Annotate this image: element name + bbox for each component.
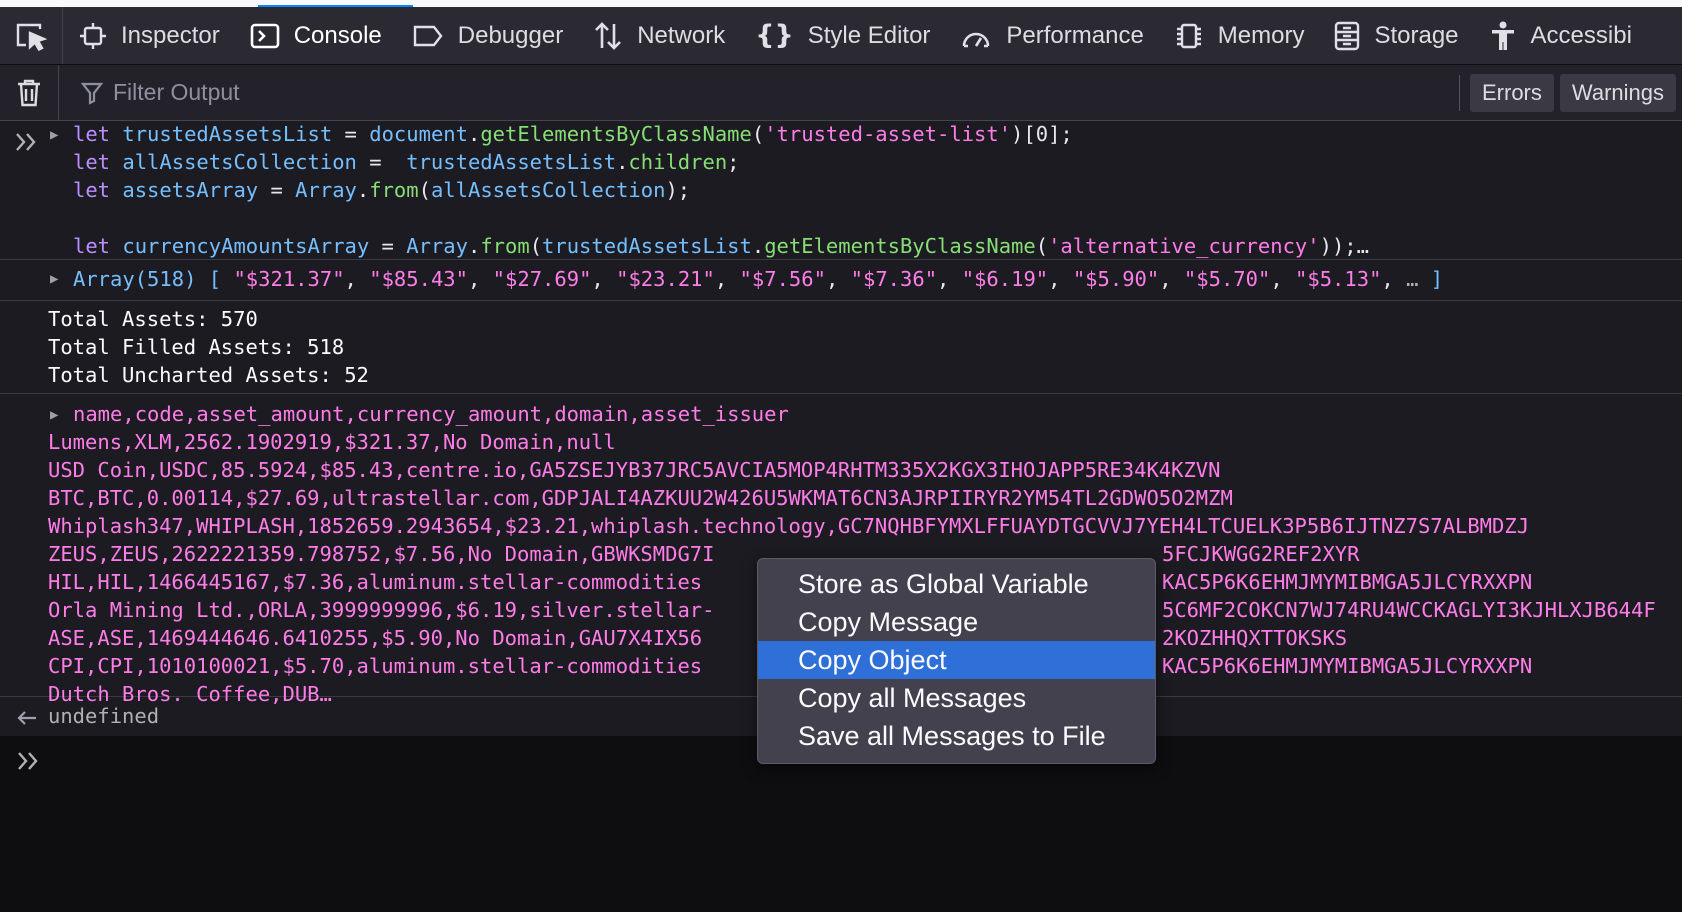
tab-memory[interactable]: Memory — [1158, 7, 1319, 64]
tab-performance[interactable]: Performance — [944, 7, 1157, 64]
console-toolbar: Filter Output Errors Warnings — [0, 65, 1682, 121]
expand-arrow-icon[interactable]: ▶ — [50, 407, 58, 423]
csv-header: name,code,asset_amount,currency_amount,d… — [73, 402, 789, 426]
total-uncharted-assets: Total Uncharted Assets: 52 — [48, 363, 369, 387]
csv-row: Whiplash347,WHIPLASH,1852659.2943654,$23… — [48, 514, 1530, 538]
tab-label: Performance — [1006, 21, 1144, 49]
console-icon — [250, 23, 280, 48]
clear-console-button[interactable] — [0, 65, 59, 120]
tab-inspector[interactable]: Inspector — [63, 7, 234, 64]
expand-arrow-icon[interactable]: ▶ — [50, 127, 58, 143]
menu-item-store-global[interactable]: Store as Global Variable — [758, 565, 1155, 603]
network-icon — [595, 21, 622, 50]
menu-item-copy-object[interactable]: Copy Object — [758, 641, 1155, 679]
menu-item-copy-all-messages[interactable]: Copy all Messages — [758, 679, 1155, 717]
array-preview[interactable]: Array(518) [ "$321.37", "$85.43", "$27.6… — [73, 265, 1443, 293]
tab-label: Accessibi — [1530, 21, 1632, 49]
tab-label: Style Editor — [807, 21, 931, 49]
csv-row: Lumens,XLM,2562.1902919,$321.37,No Domai… — [48, 430, 616, 454]
window-top-strip — [0, 0, 1682, 7]
storage-icon — [1335, 21, 1360, 50]
console-input-message: ▶ let trustedAssetsList = document.getEl… — [0, 121, 1682, 260]
array-output-message: ▶ Array(518) [ "$321.37", "$85.43", "$27… — [0, 260, 1682, 301]
filter-warnings-button[interactable]: Warnings — [1559, 73, 1676, 112]
expand-arrow-icon[interactable]: ▶ — [50, 271, 58, 287]
memory-icon — [1176, 23, 1201, 48]
inspector-icon — [80, 22, 106, 49]
toolbar-separator — [1459, 74, 1460, 111]
filter-icon — [81, 82, 103, 105]
prompt-chevrons-icon — [18, 752, 38, 770]
return-arrow-icon — [17, 711, 36, 725]
console-output: ▶ let trustedAssetsList = document.getEl… — [0, 121, 1682, 912]
context-menu: Store as Global Variable Copy Message Co… — [757, 558, 1156, 764]
menu-item-copy-message[interactable]: Copy Message — [758, 603, 1155, 641]
devtools-tab-bar: Inspector Console Debugger Network {} St… — [0, 7, 1682, 65]
tab-storage[interactable]: Storage — [1318, 7, 1472, 64]
debugger-icon — [413, 25, 443, 46]
code-line-5: let currencyAmountsArray = Array.from(tr… — [73, 234, 1369, 258]
return-value: undefined — [48, 704, 160, 728]
total-assets: Total Assets: 570 — [48, 307, 258, 331]
code-line-1: let trustedAssetsList = document.getElem… — [73, 122, 1073, 146]
style-editor-icon: {} — [755, 20, 794, 51]
trash-icon — [18, 79, 40, 106]
code-line-3: let assetsArray = Array.from(allAssetsCo… — [73, 178, 691, 202]
tab-label: Inspector — [121, 21, 220, 49]
tab-label: Network — [637, 21, 726, 49]
tab-label: Debugger — [457, 21, 564, 49]
performance-icon — [963, 32, 990, 47]
tab-label: Console — [293, 21, 382, 49]
code-line-2: let allAssetsCollection = trustedAssetsL… — [73, 150, 740, 174]
filter-errors-button[interactable]: Errors — [1470, 73, 1554, 112]
tab-console[interactable]: Console — [234, 7, 396, 64]
menu-item-save-messages[interactable]: Save all Messages to File — [758, 717, 1155, 755]
accessibility-icon — [1491, 21, 1514, 50]
tab-style-editor[interactable]: {} Style Editor — [739, 7, 944, 64]
csv-row: BTC,BTC,0.00114,$27.69,ultrastellar.com,… — [48, 486, 1233, 510]
totals-log-message: Total Assets: 570 Total Filled Assets: 5… — [0, 301, 1682, 394]
tab-label: Storage — [1374, 21, 1459, 49]
pick-element-icon — [16, 23, 48, 51]
tab-accessibility[interactable]: Accessibi — [1473, 7, 1646, 64]
total-filled-assets: Total Filled Assets: 518 — [48, 335, 345, 359]
element-picker-button[interactable] — [0, 7, 63, 64]
filter-placeholder: Filter Output — [113, 79, 240, 105]
tab-network[interactable]: Network — [577, 7, 739, 64]
filter-output-input[interactable]: Filter Output — [59, 65, 1459, 120]
tab-label: Memory — [1217, 21, 1305, 49]
tab-debugger[interactable]: Debugger — [396, 7, 577, 64]
input-chevrons-icon — [16, 133, 36, 151]
csv-row: USD Coin,USDC,85.5924,$85.43,centre.io,G… — [48, 458, 1221, 482]
